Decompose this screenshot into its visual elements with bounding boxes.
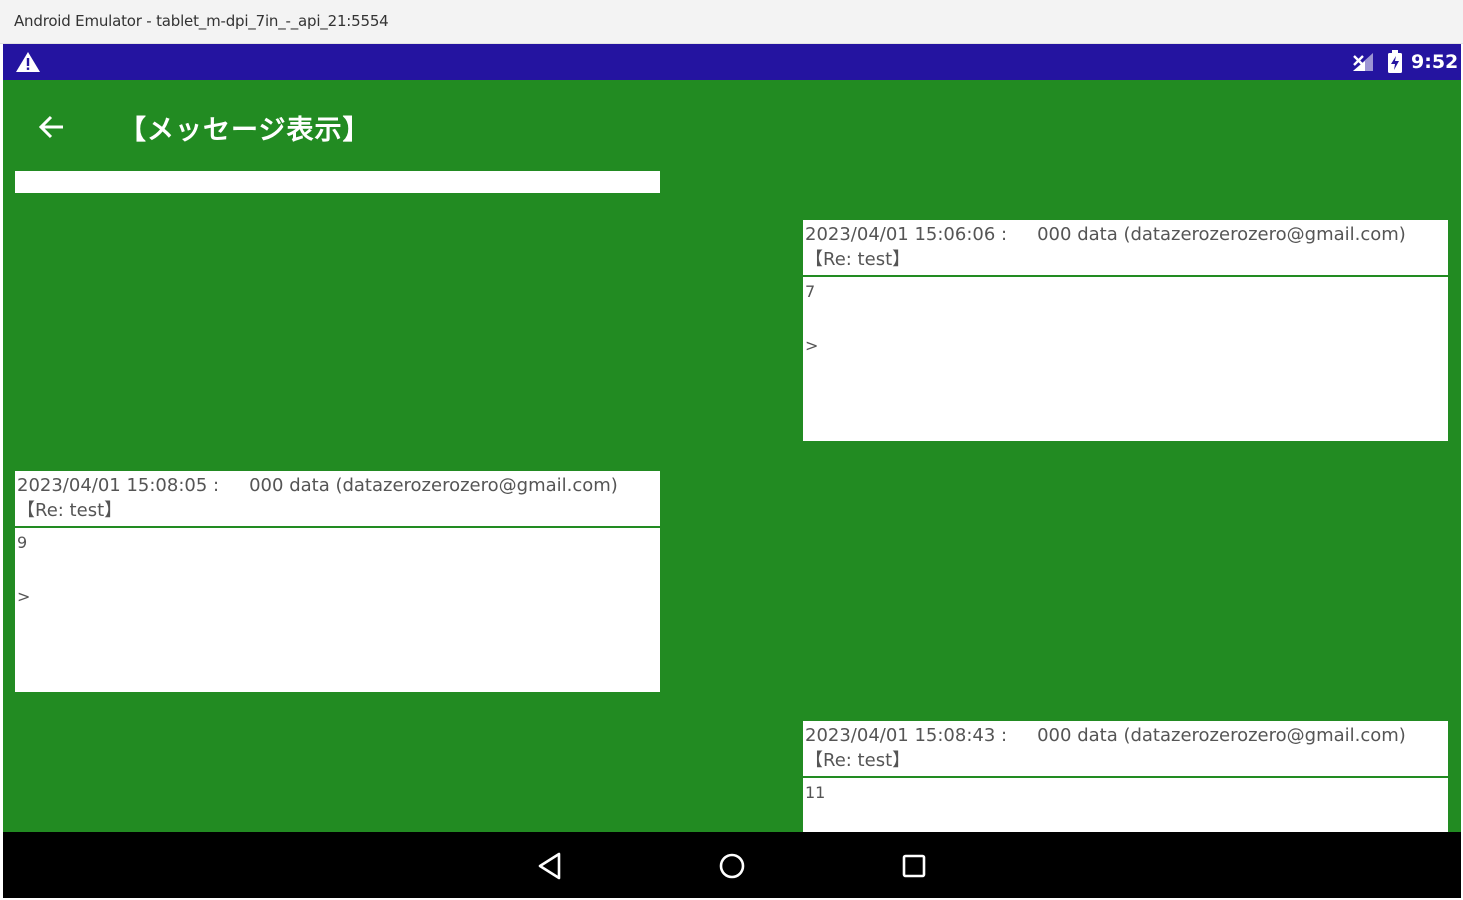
message-sender: 000 data (datazerozerozero@gmail.com) [1037,725,1406,746]
message-body-text: 9 [17,533,28,552]
message-timestamp: 2023/04/01 15:08:43 : [805,725,1008,746]
message-header: 2023/04/01 15:08:05 : 000 data (datazeroz… [15,471,660,526]
window-title: Android Emulator - tablet_m-dpi_7in_-_ap… [14,12,389,30]
nav-home-icon[interactable] [716,850,748,882]
warning-icon [16,52,40,72]
message-card[interactable]: 2023/04/01 15:06:06 : 000 data (datazeroz… [803,220,1448,441]
message-body: 9 > [15,528,660,692]
window-titlebar: Android Emulator - tablet_m-dpi_7in_-_ap… [0,0,1463,44]
message-card[interactable]: 2023/04/01 15:08:05 : 000 data (datazeroz… [15,471,660,692]
message-quote: > [17,587,31,606]
battery-icon [1388,50,1402,73]
message-subject: 【Re: test】 [17,500,123,521]
message-body-text: 11 [805,783,826,802]
back-arrow-icon[interactable] [37,112,67,142]
message-body: 11 [803,778,1448,832]
status-time: 9:52 [1411,51,1459,73]
app-content: 【メッセージ表示】 2023/04/01 15:06:06 : 000 data … [3,80,1461,832]
android-nav-bar [3,832,1461,898]
signal-icon [1353,53,1373,71]
message-timestamp: 2023/04/01 15:06:06 : [805,224,1008,245]
message-timestamp: 2023/04/01 15:08:05 : [17,475,220,496]
message-sender: 000 data (datazerozerozero@gmail.com) [1037,224,1406,245]
message-quote: > [805,336,819,355]
nav-recents-icon[interactable] [898,850,930,882]
message-card[interactable]: 2023/04/01 15:08:43 : 000 data (datazeroz… [803,721,1448,832]
emulator-window: Android Emulator - tablet_m-dpi_7in_-_ap… [0,0,1463,900]
page-title: 【メッセージ表示】 [119,115,371,146]
message-subject: 【Re: test】 [805,750,911,771]
message-header: 2023/04/01 15:08:43 : 000 data (datazeroz… [803,721,1448,776]
message-subject: 【Re: test】 [805,249,911,270]
search-input[interactable] [15,171,660,193]
message-sender: 000 data (datazerozerozero@gmail.com) [249,475,618,496]
nav-back-icon[interactable] [535,850,567,882]
message-body-text: 7 [805,282,816,301]
message-header: 2023/04/01 15:06:06 : 000 data (datazeroz… [803,220,1448,275]
message-body: 7 > [803,277,1448,441]
android-status-bar: 9:52 [3,44,1461,80]
